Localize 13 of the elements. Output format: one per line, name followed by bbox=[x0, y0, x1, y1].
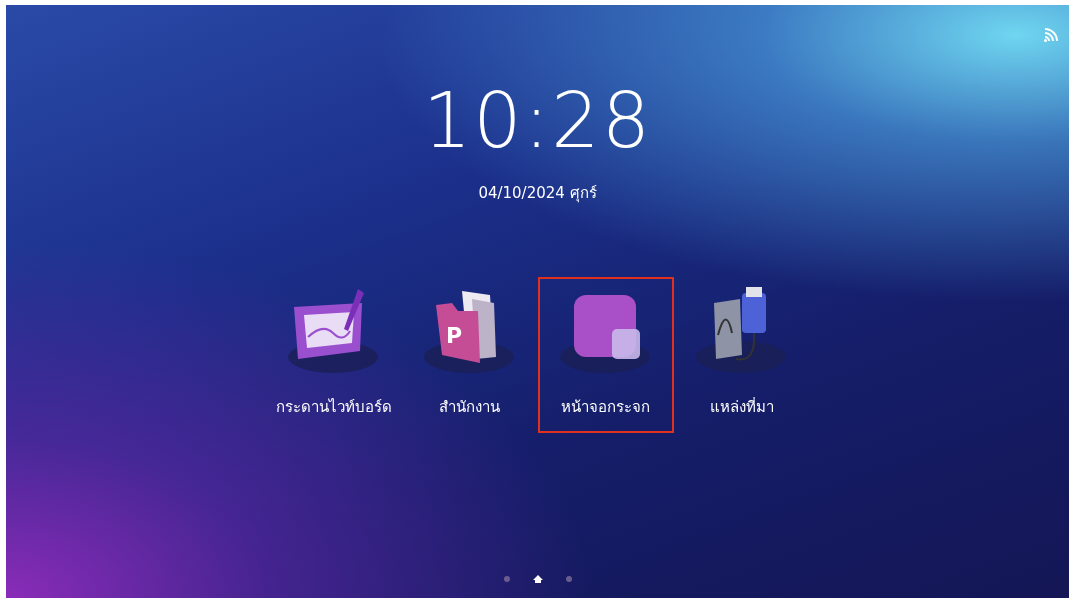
app-label: แหล่งที่มา bbox=[709, 396, 774, 418]
app-tile[interactable]: แหล่งที่มา bbox=[673, 277, 810, 433]
app-tile[interactable]: P สำนักงาน bbox=[401, 277, 538, 433]
app-tile[interactable]: กระดานไวท์บอร์ด bbox=[265, 277, 402, 433]
app-tile[interactable]: หน้าจอกระจก bbox=[537, 277, 674, 433]
app-label: สำนักงาน bbox=[439, 397, 500, 418]
clock-time: 10:28 bbox=[423, 83, 652, 159]
home-icon[interactable] bbox=[531, 574, 544, 584]
app-label: หน้าจอกระจก bbox=[561, 397, 650, 418]
clock-date: 04/10/2024 ศุกร์ bbox=[478, 183, 597, 205]
page-dot[interactable] bbox=[565, 576, 572, 582]
page-dot[interactable] bbox=[503, 576, 510, 582]
app-label: กระดานไวท์บอร์ด bbox=[275, 397, 392, 418]
